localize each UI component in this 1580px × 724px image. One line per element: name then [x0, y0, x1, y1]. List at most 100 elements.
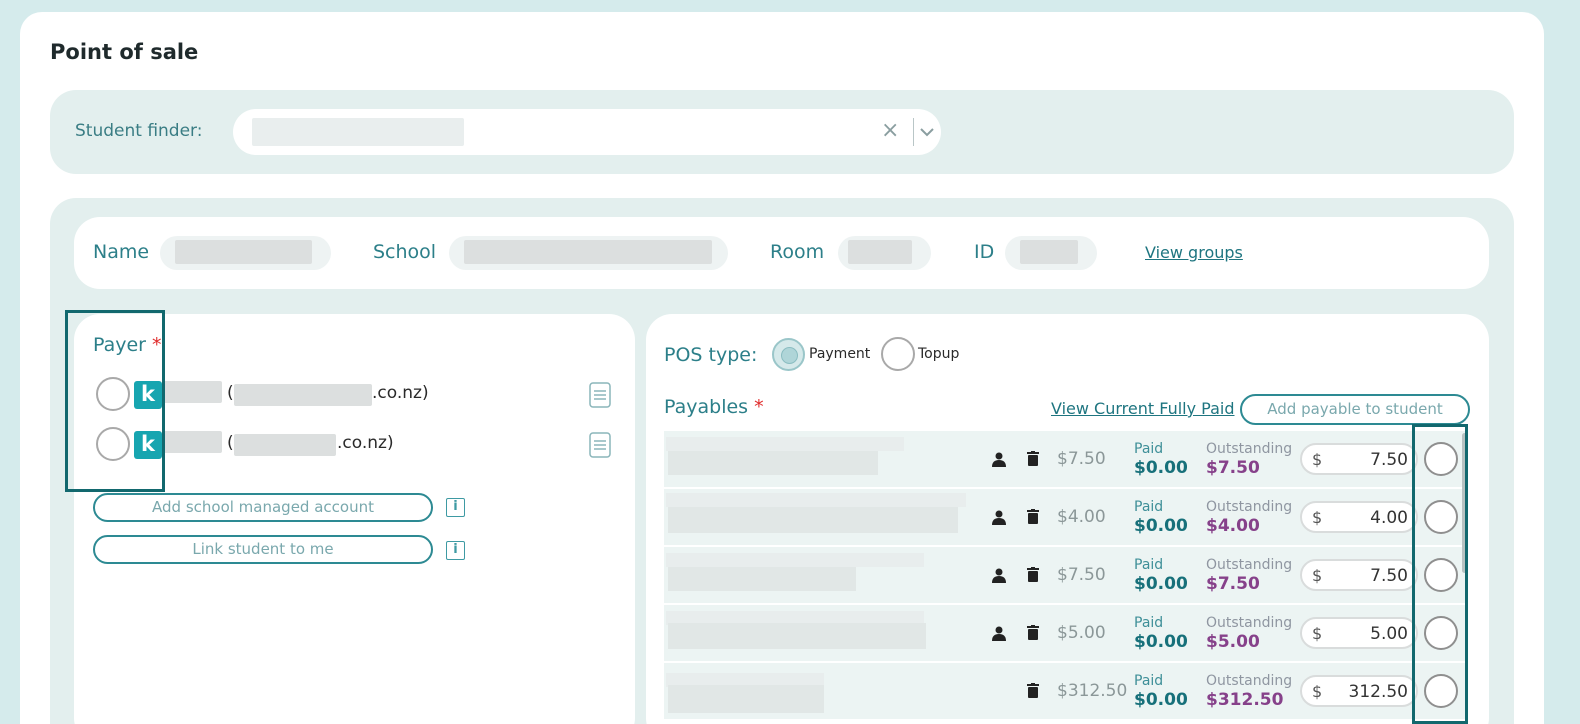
paid-value: $0.00: [1134, 458, 1188, 478]
payable-select-highlight: [1412, 424, 1468, 724]
room-redacted: [848, 240, 912, 264]
person-icon: [992, 510, 1006, 525]
view-groups-link[interactable]: View groups: [1145, 243, 1243, 262]
trash-icon[interactable]: [1027, 625, 1039, 640]
outstanding-label: Outstanding: [1206, 615, 1293, 631]
payable-name-redacted: [666, 437, 904, 451]
notes-icon[interactable]: [589, 432, 611, 458]
chevron-down-icon[interactable]: [918, 122, 936, 142]
pos-type-label: POS type:: [664, 344, 758, 366]
info-icon[interactable]: i: [446, 541, 465, 560]
pos-type-payment-label[interactable]: Payment: [809, 346, 870, 362]
pos-type-topup-label[interactable]: Topup: [918, 346, 959, 362]
payment-amount-input[interactable]: $ 4.00: [1300, 501, 1418, 533]
pos-type-payment-radio[interactable]: [772, 338, 805, 371]
payable-desc-redacted: [668, 685, 824, 713]
paid-label: Paid: [1134, 557, 1164, 573]
payer-selection-highlight: [65, 310, 165, 492]
payment-amount-input[interactable]: $ 312.50: [1300, 675, 1418, 707]
finder-value-redacted: [252, 118, 464, 146]
link-student-button[interactable]: Link student to me: [93, 535, 433, 564]
payables-label: Payables *: [664, 396, 764, 418]
person-icon: [992, 568, 1006, 583]
payment-amount-input[interactable]: $ 5.00: [1300, 617, 1418, 649]
payable-amount: $7.50: [1057, 449, 1106, 469]
payable-amount: $5.00: [1057, 623, 1106, 643]
outstanding-label: Outstanding: [1206, 673, 1293, 689]
paid-label: Paid: [1134, 499, 1164, 515]
trash-icon[interactable]: [1027, 451, 1039, 466]
outstanding-value: $7.50: [1206, 458, 1260, 478]
outstanding-value: $4.00: [1206, 516, 1260, 536]
paid-value: $0.00: [1134, 574, 1188, 594]
currency-symbol: $: [1312, 450, 1323, 469]
outstanding-label: Outstanding: [1206, 557, 1293, 573]
person-icon: [992, 452, 1006, 467]
clear-icon[interactable]: ×: [881, 118, 899, 144]
currency-symbol: $: [1312, 566, 1323, 585]
payable-row: $5.00 Paid $0.00 Outstanding $5.00 $ 5.0…: [664, 605, 1466, 662]
payable-row: $312.50 Paid $0.00 Outstanding $312.50 $…: [664, 663, 1466, 720]
paid-label: Paid: [1134, 615, 1164, 631]
paid-value: $0.00: [1134, 632, 1188, 652]
outstanding-label: Outstanding: [1206, 499, 1293, 515]
outstanding-value: $7.50: [1206, 574, 1260, 594]
id-redacted: [1020, 240, 1078, 264]
paid-value: $0.00: [1134, 516, 1188, 536]
paid-label: Paid: [1134, 673, 1164, 689]
payable-desc-redacted: [668, 623, 926, 649]
payment-amount-value: 5.00: [1370, 624, 1408, 644]
add-payable-button[interactable]: Add payable to student: [1240, 394, 1470, 425]
payment-amount-value: 4.00: [1370, 508, 1408, 528]
pos-type-topup-radio[interactable]: [881, 337, 915, 371]
payer-name-redacted: [163, 431, 222, 453]
page-title: Point of sale: [50, 40, 199, 64]
payable-desc-redacted: [668, 507, 958, 533]
view-current-fully-paid-link[interactable]: View Current Fully Paid: [1051, 399, 1234, 418]
payables-list: $7.50 Paid $0.00 Outstanding $7.50 $ 7.5…: [664, 431, 1466, 724]
payable-row: $7.50 Paid $0.00 Outstanding $7.50 $ 7.5…: [664, 547, 1466, 604]
payable-amount: $312.50: [1057, 681, 1128, 701]
required-mark: *: [754, 396, 764, 418]
id-label: ID: [974, 241, 995, 263]
info-icon[interactable]: i: [446, 498, 465, 517]
payment-amount-input[interactable]: $ 7.50: [1300, 443, 1418, 475]
payer-email-redacted: [234, 434, 336, 456]
payer-name-redacted: [163, 381, 222, 403]
paid-label: Paid: [1134, 441, 1164, 457]
payable-desc-redacted: [668, 567, 856, 591]
payable-name-redacted: [666, 493, 966, 507]
payment-amount-value: 7.50: [1370, 450, 1408, 470]
outstanding-label: Outstanding: [1206, 441, 1293, 457]
room-label: Room: [770, 241, 825, 263]
trash-icon[interactable]: [1027, 683, 1039, 698]
payable-desc-redacted: [668, 451, 878, 475]
payer-email-suffix: .co.nz): [372, 383, 429, 403]
payer-email-open: (: [227, 433, 234, 453]
outstanding-value: $5.00: [1206, 632, 1260, 652]
payer-email-redacted: [234, 384, 372, 406]
payment-amount-value: 7.50: [1370, 566, 1408, 586]
finder-separator: [913, 118, 914, 146]
outstanding-value: $312.50: [1206, 690, 1284, 710]
payable-row: $7.50 Paid $0.00 Outstanding $7.50 $ 7.5…: [664, 431, 1466, 488]
notes-icon[interactable]: [589, 382, 611, 408]
trash-icon[interactable]: [1027, 509, 1039, 524]
add-school-managed-account-button[interactable]: Add school managed account: [93, 493, 433, 522]
payment-amount-value: 312.50: [1348, 682, 1408, 702]
paid-value: $0.00: [1134, 690, 1188, 710]
student-finder-label: Student finder:: [75, 121, 203, 141]
payment-amount-input[interactable]: $ 7.50: [1300, 559, 1418, 591]
person-icon: [992, 626, 1006, 641]
name-redacted: [175, 240, 312, 264]
school-label: School: [373, 241, 437, 263]
currency-symbol: $: [1312, 624, 1323, 643]
school-redacted: [464, 240, 712, 264]
payer-email-suffix: .co.nz): [337, 433, 394, 453]
payable-amount: $4.00: [1057, 507, 1106, 527]
currency-symbol: $: [1312, 682, 1323, 701]
name-label: Name: [93, 241, 150, 263]
trash-icon[interactable]: [1027, 567, 1039, 582]
payables-label-text: Payables: [664, 396, 749, 418]
payer-email-open: (: [227, 383, 234, 403]
